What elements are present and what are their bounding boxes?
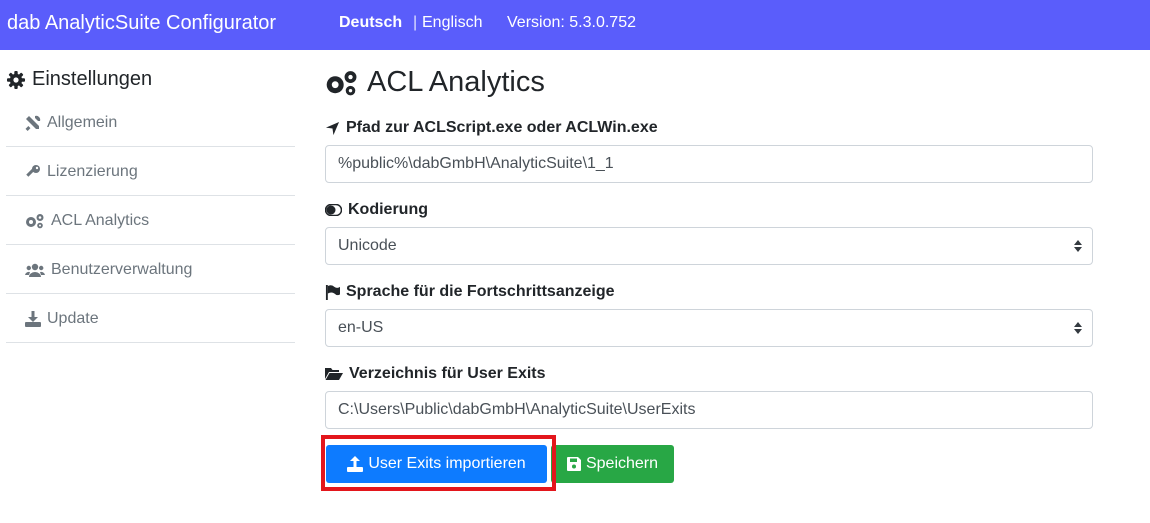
- language-englisch-link[interactable]: Englisch: [422, 14, 482, 32]
- sidebar-title: Einstellungen: [6, 68, 152, 91]
- tools-icon: [25, 115, 41, 131]
- label-text: Pfad zur ACLScript.exe oder ACLWin.exe: [346, 119, 658, 136]
- sidebar-item-allgemein[interactable]: Allgemein: [6, 99, 295, 147]
- encoding-label: Kodierung: [325, 201, 428, 219]
- folder-open-icon: [325, 367, 343, 381]
- user-exits-dir-label: Verzeichnis für User Exits: [325, 365, 546, 383]
- sidebar-item-acl-analytics[interactable]: ACL Analytics: [6, 197, 295, 245]
- version-label: Version: 5.3.0.752: [507, 14, 636, 31]
- progress-language-select[interactable]: en-US: [325, 309, 1093, 347]
- flag-icon: [325, 284, 340, 300]
- select-arrows-icon: [1074, 239, 1082, 253]
- gears-icon: [325, 68, 359, 98]
- upload-icon: [347, 456, 364, 472]
- sidebar-item-update[interactable]: Update: [6, 295, 295, 343]
- label-text: Verzeichnis für User Exits: [349, 365, 546, 382]
- save-button[interactable]: Speichern: [551, 445, 674, 483]
- sidebar-item-label: Update: [47, 309, 99, 327]
- encoding-select[interactable]: Unicode: [325, 227, 1093, 265]
- user-exits-dir-input[interactable]: C:\Users\Public\dabGmbH\AnalyticSuite\Us…: [325, 391, 1093, 429]
- gear-icon: [6, 70, 26, 90]
- aclscript-path-label: Pfad zur ACLScript.exe oder ACLWin.exe: [325, 119, 658, 137]
- gears-icon: [25, 213, 45, 229]
- label-text: Sprache für die Fortschrittsanzeige: [346, 283, 615, 300]
- save-icon: [566, 457, 581, 471]
- sidebar-item-label: ACL Analytics: [51, 211, 150, 229]
- page-title-label: ACL Analytics: [367, 66, 545, 98]
- label-text: Kodierung: [348, 201, 428, 218]
- import-user-exits-button[interactable]: User Exits importieren: [326, 445, 547, 483]
- key-icon: [25, 164, 41, 180]
- input-value: %public%\dabGmbH\AnalyticSuite\1_1: [338, 155, 614, 172]
- sidebar-item-benutzerverwaltung[interactable]: Benutzerverwaltung: [6, 246, 295, 294]
- sidebar-item-label: Benutzerverwaltung: [51, 260, 193, 278]
- sidebar-item-label: Lizenzierung: [47, 162, 138, 180]
- users-icon: [25, 262, 45, 278]
- sidebar-title-label: Einstellungen: [32, 68, 153, 90]
- button-label: Speichern: [585, 455, 659, 472]
- sidebar-item-label: Allgemein: [47, 113, 118, 131]
- language-deutsch-link[interactable]: Deutsch: [339, 14, 402, 32]
- download-icon: [25, 310, 41, 327]
- aclscript-path-input[interactable]: %public%\dabGmbH\AnalyticSuite\1_1: [325, 145, 1093, 183]
- select-value: en-US: [338, 319, 384, 336]
- input-value: C:\Users\Public\dabGmbH\AnalyticSuite\Us…: [338, 401, 696, 418]
- button-label: User Exits importieren: [368, 455, 526, 472]
- page-title: ACL Analytics: [325, 66, 545, 99]
- select-value: Unicode: [338, 237, 397, 254]
- progress-language-label: Sprache für die Fortschrittsanzeige: [325, 283, 615, 301]
- language-separator: |: [413, 14, 418, 31]
- sidebar-item-lizenzierung[interactable]: Lizenzierung: [6, 148, 295, 196]
- location-arrow-icon: [325, 121, 340, 136]
- top-navbar: dab AnalyticSuite Configurator Deutsch |…: [0, 0, 1150, 50]
- toggle-icon: [325, 204, 342, 216]
- select-arrows-icon: [1074, 321, 1082, 335]
- app-title[interactable]: dab AnalyticSuite Configurator: [7, 12, 276, 35]
